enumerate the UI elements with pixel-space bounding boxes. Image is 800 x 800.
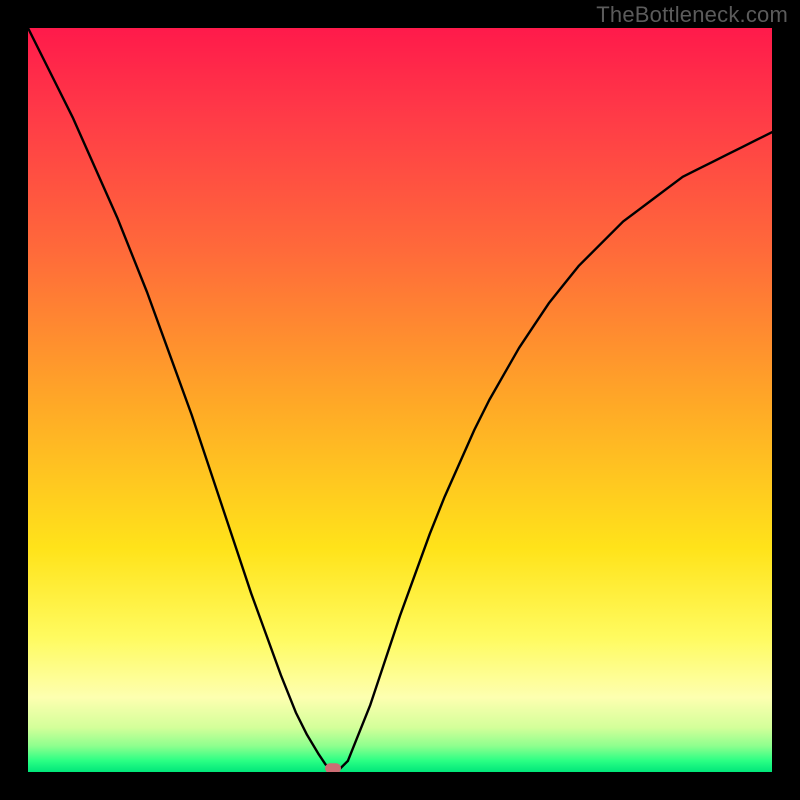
plot-background <box>28 28 772 772</box>
plot-area <box>28 28 772 772</box>
watermark-text: TheBottleneck.com <box>596 2 788 28</box>
bottleneck-chart-svg <box>28 28 772 772</box>
optimal-point-marker <box>325 763 341 772</box>
